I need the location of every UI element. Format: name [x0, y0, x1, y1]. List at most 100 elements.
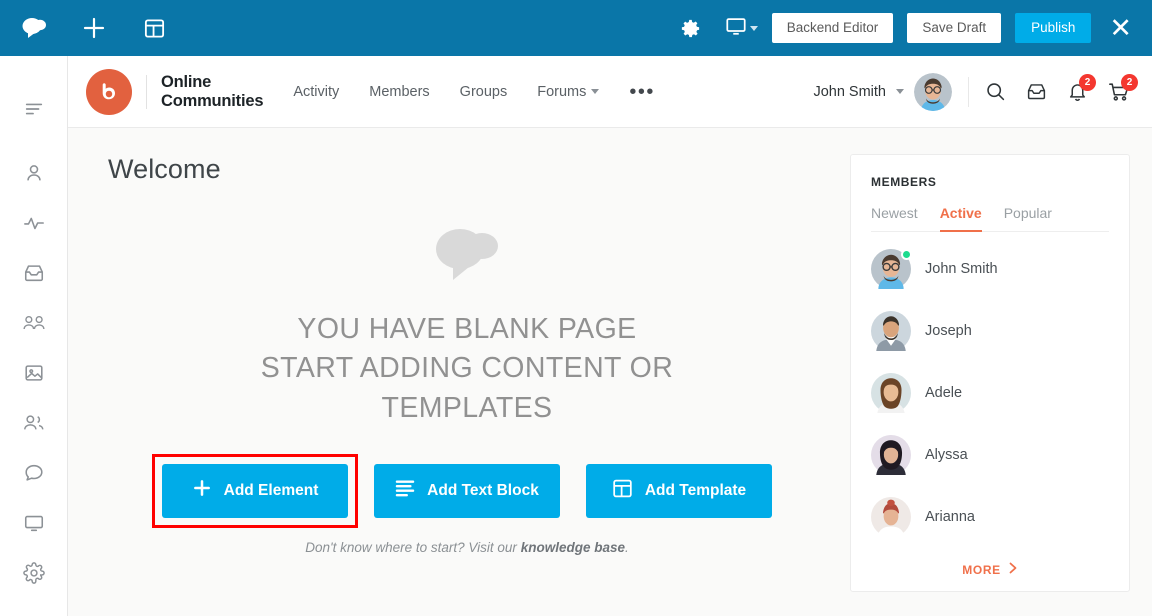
nav-item-members[interactable]: Members	[369, 84, 429, 100]
members-list: John Smith	[871, 232, 1109, 548]
buddyboss-cloud-icon[interactable]	[14, 8, 54, 48]
list-item[interactable]: John Smith	[871, 238, 1109, 300]
nav-label: Activity	[293, 84, 339, 100]
sidebar-item-activity[interactable]	[0, 198, 68, 248]
avatar-wrap	[871, 373, 911, 413]
site-nav: Activity Members Groups Forums •••	[293, 84, 655, 100]
speech-bubble-icon	[108, 225, 826, 288]
empty-state: YOU HAVE BLANK PAGE START ADDING CONTENT…	[108, 225, 826, 428]
left-sidebar-rail	[0, 56, 68, 616]
member-name: John Smith	[925, 261, 998, 277]
sidebar-item-groups[interactable]	[0, 298, 68, 348]
sidebar-item-menu[interactable]	[0, 84, 68, 134]
add-template-button[interactable]: Add Template	[586, 464, 772, 518]
tab-newest[interactable]: Newest	[871, 205, 918, 232]
cart-icon[interactable]: 2	[1108, 81, 1130, 103]
content-column: Welcome YOU HAVE BLANK PAGE START ADDING…	[108, 154, 826, 592]
sidebar-item-profile[interactable]	[0, 148, 68, 198]
brand[interactable]: Online Communities	[86, 69, 263, 115]
editor-toolbar-left	[0, 8, 174, 48]
add-element-button[interactable]: Add Element	[162, 464, 348, 518]
save-draft-button[interactable]: Save Draft	[907, 13, 1001, 43]
tab-active[interactable]: Active	[940, 205, 982, 232]
members-more-button[interactable]: MORE	[871, 548, 1109, 577]
page-title: Welcome	[108, 154, 826, 185]
sidebar-item-preview[interactable]	[0, 498, 68, 548]
avatar	[871, 400, 911, 417]
list-item[interactable]: Adele	[871, 362, 1109, 424]
brand-divider	[146, 75, 147, 109]
knowledge-base-link[interactable]: knowledge base	[521, 540, 625, 555]
chevron-down-icon	[750, 26, 758, 31]
list-item[interactable]: Arianna	[871, 486, 1109, 548]
member-name: Joseph	[925, 323, 972, 339]
sidebar-item-friends[interactable]	[0, 398, 68, 448]
user-name: John Smith	[813, 84, 886, 100]
brand-title: Online Communities	[161, 73, 263, 110]
avatar	[871, 338, 911, 355]
avatar	[871, 462, 911, 479]
members-widget: MEMBERS Newest Active Popular	[850, 154, 1130, 592]
bell-icon[interactable]: 2	[1067, 81, 1088, 102]
chevron-right-icon	[1008, 562, 1018, 577]
header-divider	[968, 77, 969, 107]
plus-icon[interactable]	[74, 8, 114, 48]
list-item[interactable]: Joseph	[871, 300, 1109, 362]
avatar	[914, 73, 952, 111]
empty-state-message: YOU HAVE BLANK PAGE START ADDING CONTENT…	[108, 310, 826, 428]
nav-item-groups[interactable]: Groups	[460, 84, 508, 100]
text-lines-icon	[395, 479, 415, 502]
chevron-down-icon	[591, 89, 599, 94]
avatar-wrap	[871, 497, 911, 537]
cart-badge: 2	[1121, 74, 1138, 91]
backend-editor-button[interactable]: Backend Editor	[772, 13, 894, 43]
inbox-icon[interactable]	[1026, 81, 1047, 102]
avatar-wrap	[871, 311, 911, 351]
editor-toolbar-right: Backend Editor Save Draft Publish ✕	[671, 8, 1152, 48]
device-preview-dropdown[interactable]	[725, 15, 758, 42]
notification-badge: 2	[1079, 74, 1096, 91]
ellipsis-icon[interactable]: •••	[629, 86, 655, 98]
knowledge-base-hint: Don't know where to start? Visit our kno…	[108, 540, 826, 555]
sidebar-item-forums[interactable]	[0, 448, 68, 498]
gear-icon[interactable]	[671, 8, 711, 48]
nav-label: Groups	[460, 84, 508, 100]
nav-item-forums[interactable]: Forums	[537, 84, 599, 100]
desktop-icon	[725, 15, 747, 42]
search-icon[interactable]	[985, 81, 1006, 102]
brand-line-1: Online	[161, 73, 263, 91]
sidebar-item-media[interactable]	[0, 348, 68, 398]
avatar-wrap	[871, 435, 911, 475]
add-text-block-label: Add Text Block	[427, 482, 539, 500]
nav-item-activity[interactable]: Activity	[293, 84, 339, 100]
avatar-wrap	[871, 249, 911, 289]
empty-line-1: YOU HAVE BLANK PAGE	[108, 310, 826, 349]
hint-prefix: Don't know where to start? Visit our	[305, 540, 520, 555]
avatar	[871, 276, 911, 293]
layout-grid-icon[interactable]	[134, 8, 174, 48]
chevron-down-icon	[896, 89, 904, 94]
member-name: Alyssa	[925, 447, 968, 463]
nav-label: Members	[369, 84, 429, 100]
sidebar-item-settings[interactable]	[0, 548, 68, 598]
empty-line-3: TEMPLATES	[108, 389, 826, 428]
user-menu[interactable]: John Smith	[813, 73, 952, 111]
site-header: Online Communities Activity Members Grou…	[68, 56, 1152, 128]
buddyboss-b-icon	[86, 69, 132, 115]
site-preview: Online Communities Activity Members Grou…	[68, 56, 1152, 616]
action-button-row: Add Element Add Text Block	[108, 464, 826, 518]
empty-line-2: START ADDING CONTENT OR	[108, 349, 826, 388]
list-item[interactable]: Alyssa	[871, 424, 1109, 486]
nav-label: Forums	[537, 84, 586, 100]
publish-button[interactable]: Publish	[1015, 13, 1091, 43]
add-text-block-button[interactable]: Add Text Block	[374, 464, 560, 518]
page-body: Welcome YOU HAVE BLANK PAGE START ADDING…	[68, 128, 1152, 592]
add-element-label: Add Element	[224, 482, 319, 500]
online-status-dot	[901, 249, 912, 260]
member-name: Adele	[925, 385, 962, 401]
tab-popular[interactable]: Popular	[1004, 205, 1052, 232]
header-icon-group: 2 2	[985, 81, 1130, 103]
sidebar-item-messages[interactable]	[0, 248, 68, 298]
brand-line-2: Communities	[161, 92, 263, 110]
close-icon[interactable]: ✕	[1105, 15, 1136, 42]
